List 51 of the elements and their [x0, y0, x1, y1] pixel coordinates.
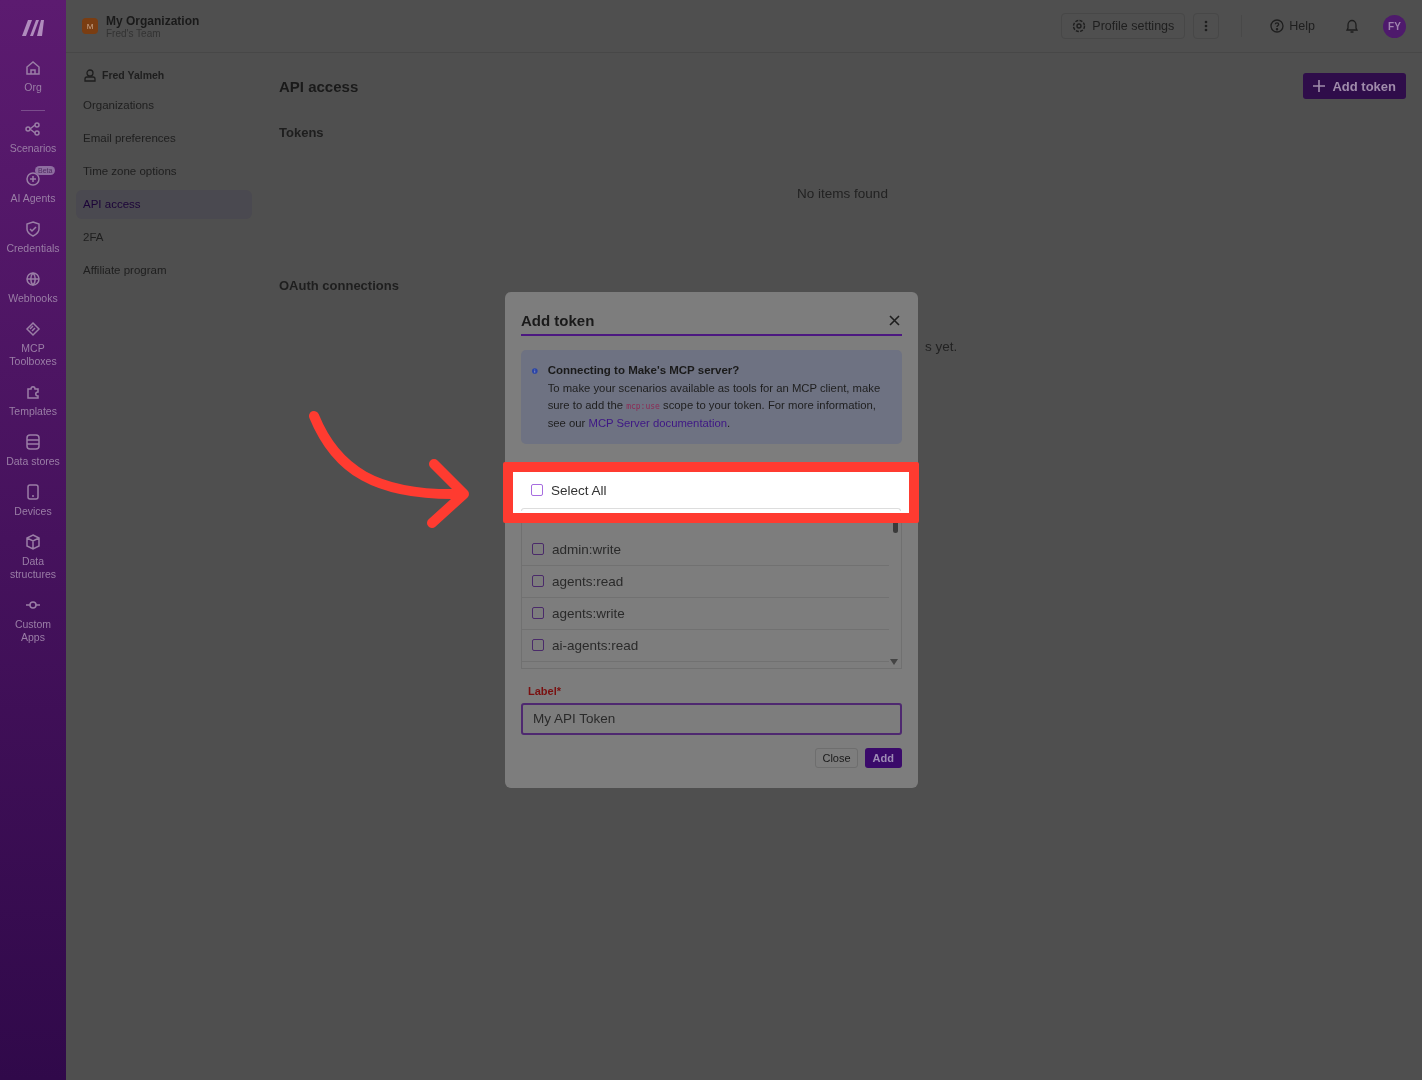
checkbox[interactable]: [532, 639, 544, 651]
scope-option[interactable]: agents:read: [522, 565, 889, 598]
help-icon: [1270, 19, 1285, 33]
label-field[interactable]: My API Token: [521, 702, 902, 735]
layers-icon: [25, 321, 41, 337]
kebab-icon: [1204, 20, 1209, 32]
settings-icon: [1072, 19, 1087, 33]
logo-icon: [20, 18, 46, 36]
nav-item[interactable]: Templates: [1, 382, 65, 418]
field-label: Label*: [527, 684, 562, 697]
nav-item[interactable]: Webhooks: [1, 269, 65, 305]
close-button[interactable]: Close: [815, 747, 858, 768]
cube-icon: [25, 534, 41, 550]
puzzle-icon: [25, 384, 41, 400]
phone-icon: [27, 484, 39, 500]
checkbox[interactable]: [532, 543, 544, 555]
add-token-button[interactable]: Add token: [1303, 73, 1406, 99]
globe-icon: [25, 271, 41, 287]
dialog-title: Add token: [521, 311, 595, 329]
nav-item[interactable]: Org: [1, 58, 65, 94]
scroll-down-icon[interactable]: [890, 658, 898, 665]
checkbox[interactable]: [532, 607, 544, 619]
connector-icon: [25, 600, 41, 610]
home-icon: [25, 60, 41, 76]
bell-icon[interactable]: [1345, 18, 1359, 34]
nav-item[interactable]: Credentials: [1, 219, 65, 255]
share-icon: [25, 122, 41, 136]
nav-item[interactable]: Scenarios: [1, 119, 65, 155]
add-button[interactable]: Add: [864, 747, 902, 768]
info-text: To make your scenarios available as tools for an MCP client, make sure to add the mcp:use scope to your token. For more information, see our MCP Server documentation.: [547, 381, 882, 431]
scope-option[interactable]: admin:write: [522, 533, 889, 566]
user-avatar[interactable]: FY: [1383, 14, 1406, 38]
shield-icon: [26, 221, 40, 237]
user-icon: [84, 68, 96, 82]
menu-item[interactable]: API access: [76, 190, 252, 219]
nav-item[interactable]: Data structures: [1, 532, 65, 581]
sparkle-icon: [25, 171, 41, 187]
select-all-option[interactable]: Select All: [531, 472, 909, 508]
plus-icon: [1313, 80, 1326, 92]
close-icon[interactable]: [889, 314, 900, 326]
nav-item[interactable]: Devices: [1, 482, 65, 518]
checkbox[interactable]: [532, 575, 544, 587]
checkbox[interactable]: [531, 484, 543, 496]
nav-item[interactable]: MCP Toolboxes: [1, 319, 65, 368]
database-icon: [26, 434, 40, 450]
scope-option[interactable]: ai-agents:read: [522, 629, 889, 662]
nav-item[interactable]: Data stores: [1, 432, 65, 468]
scope-option[interactable]: agents:write: [522, 597, 889, 630]
organization-avatar: M: [82, 18, 98, 34]
nav-item[interactable]: Custom Apps: [1, 595, 65, 644]
info-title: Connecting to Make's MCP server?: [547, 364, 741, 376]
